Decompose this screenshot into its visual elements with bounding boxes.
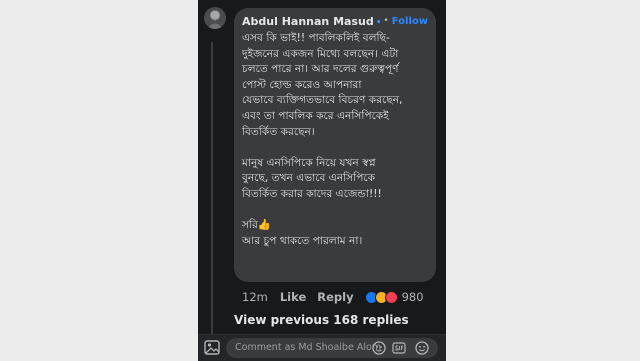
reply-button[interactable]: Reply [317,290,353,304]
reaction-count[interactable]: 980 [402,290,424,304]
verified-badge-icon [376,19,381,23]
author-avatar[interactable] [204,7,226,29]
like-button[interactable]: Like [280,290,306,304]
header-separator: • [383,16,389,26]
thread-connector-line [211,42,213,338]
comment-body: এসব কি ভাই!! পাবলিকলিই বলছি- দুইজনের একজ… [242,32,403,247]
author-name[interactable]: Abdul Hannan Masud [242,15,374,28]
gif-icon[interactable] [392,341,406,355]
comment-header: Abdul Hannan Masud • Follow [242,13,428,29]
avatar-sticker-icon[interactable] [372,341,386,355]
comment-input-placeholder: Comment as Md Shoaibe Alom [235,342,382,353]
comment-input[interactable]: Comment as Md Shoaibe Alom [226,338,438,358]
love-reaction-icon [384,290,398,304]
comment-composer: Comment as Md Shoaibe Alom [198,334,446,361]
camera-icon[interactable] [204,340,220,355]
comment-actions: 12m Like Reply 980 [242,289,424,305]
follow-button[interactable]: Follow [392,16,428,27]
view-previous-replies-link[interactable]: View previous 168 replies [234,313,409,327]
emoji-icon[interactable] [415,341,429,355]
comment-timestamp[interactable]: 12m [242,290,268,304]
avatar-photo-icon [207,11,223,29]
comment-bubble: Abdul Hannan Masud • Follow এসব কি ভাই!!… [234,8,436,282]
reaction-summary[interactable] [364,290,398,304]
